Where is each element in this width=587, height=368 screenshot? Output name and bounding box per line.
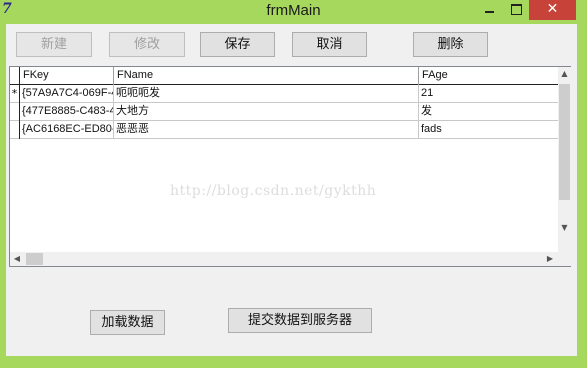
scroll-right-icon[interactable]: ▶ bbox=[543, 252, 557, 266]
cell-fage[interactable]: fads bbox=[419, 121, 558, 139]
grid-header: FKey FName FAge bbox=[10, 67, 558, 85]
vertical-scrollbar[interactable]: ▲ ▼ bbox=[558, 67, 571, 252]
column-header-fname[interactable]: FName bbox=[114, 67, 419, 85]
cell-fkey[interactable]: {477E8885-C483-4 bbox=[20, 103, 114, 121]
column-header-fkey[interactable]: FKey bbox=[20, 67, 114, 85]
maximize-button[interactable] bbox=[503, 0, 529, 20]
client-area: 新建 修改 保存 取消 删除 FKey FName FAge * {57A9A7… bbox=[6, 24, 577, 356]
scrollbar-corner bbox=[558, 252, 571, 266]
new-button[interactable]: 新建 bbox=[16, 32, 92, 57]
submit-to-server-button[interactable]: 提交数据到服务器 bbox=[228, 308, 372, 333]
data-grid[interactable]: FKey FName FAge * {57A9A7C4-069F-4 呃呃呃发 … bbox=[9, 66, 571, 267]
delete-button[interactable]: 删除 bbox=[413, 32, 488, 57]
cell-fname[interactable]: 呃呃呃发 bbox=[114, 85, 419, 103]
row-indicator[interactable] bbox=[10, 121, 20, 139]
cell-fage[interactable]: 21 bbox=[419, 85, 558, 103]
horizontal-scroll-thumb[interactable] bbox=[26, 253, 43, 265]
cell-fname[interactable]: 大地方 bbox=[114, 103, 419, 121]
row-indicator[interactable] bbox=[10, 103, 20, 121]
load-data-button[interactable]: 加载数据 bbox=[90, 310, 165, 335]
header-corner bbox=[10, 67, 20, 85]
table-row[interactable]: * {57A9A7C4-069F-4 呃呃呃发 21 bbox=[10, 85, 558, 103]
cell-fkey[interactable]: {AC6168EC-ED80- bbox=[20, 121, 114, 139]
cell-fname[interactable]: 恶恶恶 bbox=[114, 121, 419, 139]
close-button[interactable]: ✕ bbox=[529, 0, 576, 20]
horizontal-scrollbar[interactable]: ◀ ▶ bbox=[10, 252, 558, 266]
cancel-button[interactable]: 取消 bbox=[292, 32, 367, 57]
cell-fage[interactable]: 发 bbox=[419, 103, 558, 121]
scroll-left-icon[interactable]: ◀ bbox=[10, 252, 24, 266]
title-bar[interactable]: 7 frmMain ✕ bbox=[0, 0, 587, 24]
cell-fkey[interactable]: {57A9A7C4-069F-4 bbox=[20, 85, 114, 103]
column-header-fage[interactable]: FAge bbox=[419, 67, 558, 85]
scroll-up-icon[interactable]: ▲ bbox=[558, 67, 571, 81]
save-button[interactable]: 保存 bbox=[200, 32, 275, 57]
minimize-button[interactable] bbox=[476, 0, 502, 20]
main-window: 7 frmMain ✕ 新建 修改 保存 取消 删除 FKey FName FA… bbox=[0, 0, 587, 368]
scroll-down-icon[interactable]: ▼ bbox=[558, 221, 571, 235]
row-indicator[interactable]: * bbox=[10, 85, 20, 103]
vertical-scroll-thumb[interactable] bbox=[559, 84, 570, 200]
edit-button[interactable]: 修改 bbox=[109, 32, 185, 57]
watermark-text: http://blog.csdn.net/gykthh bbox=[170, 183, 377, 199]
close-icon: ✕ bbox=[546, 1, 559, 17]
table-row[interactable]: {477E8885-C483-4 大地方 发 bbox=[10, 103, 558, 121]
table-row[interactable]: {AC6168EC-ED80- 恶恶恶 fads bbox=[10, 121, 558, 139]
